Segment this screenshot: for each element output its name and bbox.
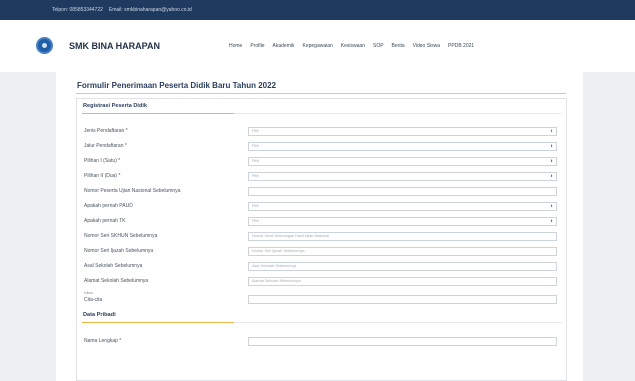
school-name[interactable]: SMK BINA HARAPAN (69, 41, 160, 51)
title-underline (76, 93, 566, 94)
input-nomor-peserta-un[interactable] (248, 187, 557, 196)
input-nama-lengkap[interactable] (248, 337, 557, 346)
label-jenis-pendaftaran: Jenis Pendaftaran * (84, 128, 128, 134)
nav-kesiswaan[interactable]: Kesiswaan (341, 43, 365, 49)
chevron-down-icon: ⬍ (550, 159, 553, 163)
nav-profile[interactable]: Profile (250, 43, 264, 49)
top-info-bar: Telpon: 085853344722 Email: smkbinaharap… (0, 0, 635, 20)
chevron-down-icon: ⬍ (550, 219, 553, 223)
select-pilihan-satu[interactable]: Pilih ⬍ (248, 157, 557, 166)
chevron-down-icon: ⬍ (550, 144, 553, 148)
label-pilihan-dua: Pilihan II (Dua) * (84, 173, 121, 179)
label-asal-sekolah: Asal Sekolah Sebelumnya (84, 263, 143, 269)
select-pernah-tk[interactable]: Pilih ⬍ (248, 217, 557, 226)
form-card: Formulir Penerimaan Peserta Didik Baru T… (56, 72, 583, 381)
form-panel: Registrasi Peserta Didik Jenis Pendaftar… (76, 98, 567, 381)
select-jalur-pendaftaran[interactable]: Pilih ⬍ (248, 142, 557, 151)
nav-berita[interactable]: Berita (392, 43, 405, 49)
label-nomor-peserta-un: Nomor Peserta Ujian Nasional Sebelumnya (84, 188, 181, 194)
site-header: SMK BINA HARAPAN Home Profile Akademik K… (0, 20, 635, 72)
label-nomor-ijazah: Nomor Seri Ijazah Sebelumnya (84, 248, 154, 254)
label-pilihan-satu: Pilihan I (Satu) * (84, 158, 121, 164)
phone-text: Telpon: 085853344722 (52, 7, 103, 13)
chevron-down-icon: ⬍ (550, 204, 553, 208)
label-pernah-paud: Apakah pernah PAUD (84, 203, 133, 209)
nav-akademik[interactable]: Akademik (273, 43, 295, 49)
email-text: Email: smkbinaharapan@yahoo.co.id (108, 7, 192, 13)
chevron-down-icon: ⬍ (550, 129, 553, 133)
section-divider (82, 113, 562, 114)
section-divider (82, 322, 562, 323)
label-jalur-pendaftaran: Jalur Pendaftaran * (84, 143, 127, 149)
label-alamat-sekolah: Alamat Sekolah Sebelumnya (84, 278, 149, 284)
school-logo[interactable] (36, 37, 53, 54)
chevron-down-icon: ⬍ (550, 174, 553, 178)
input-cita-cita[interactable] (248, 295, 557, 304)
sublabel-isikan: Isikan (84, 291, 94, 295)
nav-ppdb[interactable]: PPDB 2021 (448, 43, 474, 49)
nav-home[interactable]: Home (229, 43, 242, 49)
label-nomor-skhun: Nomor Seri SKHUN Sebelumnya (84, 233, 158, 239)
input-nomor-skhun[interactable]: Nomor Surat Keterangan Hasil Ujian Nasio… (248, 232, 557, 241)
nav-sop[interactable]: SOP (373, 43, 384, 49)
section-registrasi-title: Registrasi Peserta Didik (83, 103, 148, 109)
label-pernah-tk: Apakah pernah TK (84, 218, 126, 224)
page-title: Formulir Penerimaan Peserta Didik Baru T… (77, 81, 277, 90)
input-asal-sekolah[interactable]: Asal Sekolah Sebelumnya (248, 262, 557, 271)
select-jenis-pendaftaran[interactable]: Pilih ⬍ (248, 127, 557, 136)
input-alamat-sekolah[interactable]: Alamat Sekolah Sebelumnya (248, 277, 557, 286)
select-pernah-paud[interactable]: Pilih ⬍ (248, 202, 557, 211)
section-pribadi-title: Data Pribadi (83, 312, 116, 318)
label-nama-lengkap: Nama Lengkap * (84, 338, 122, 344)
label-cita-cita: Cita-cita (84, 297, 103, 303)
nav-kepegawaian[interactable]: Kepegawaian (302, 43, 332, 49)
nav-video-siswa[interactable]: Video Siswa (413, 43, 440, 49)
select-pilihan-dua[interactable]: Pilih ⬍ (248, 172, 557, 181)
main-nav: Home Profile Akademik Kepegawaian Kesisw… (229, 43, 474, 49)
input-nomor-ijazah[interactable]: Nomor Seri Ijazah Sebelumnya (248, 247, 557, 256)
